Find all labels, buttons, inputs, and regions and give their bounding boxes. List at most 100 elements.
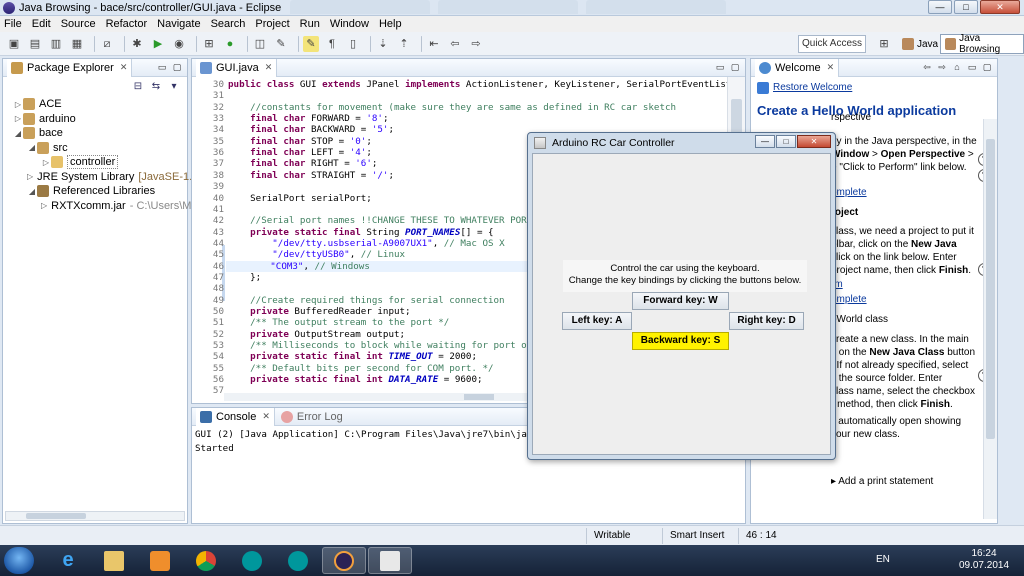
close-icon[interactable]: ✕ — [265, 62, 273, 73]
clock[interactable]: 16:24 09.07.2014 — [954, 548, 1014, 572]
expand-icon[interactable]: ◢ — [13, 129, 23, 138]
code-line[interactable]: final char FORWARD = '8'; — [228, 113, 388, 124]
code-line[interactable]: //Serial port names !!CHANGE THESE TO WH… — [228, 215, 543, 226]
code-line[interactable]: //Create required things for serial conn… — [228, 295, 504, 306]
home-icon[interactable]: ⌂ — [951, 61, 963, 73]
last-edit-icon[interactable]: ⇤ — [426, 36, 442, 52]
expand-icon[interactable]: ◢ — [27, 143, 37, 152]
run-icon[interactable]: ▶ — [150, 36, 166, 52]
code-line[interactable]: private static final int DATA_RATE = 960… — [228, 374, 482, 385]
tree-item[interactable]: ◢ bace — [5, 126, 185, 141]
forward-key-button[interactable]: Forward key: W — [632, 292, 729, 310]
taskbar-ie[interactable]: e — [46, 547, 90, 574]
code-line[interactable]: /** Default bits per second for COM port… — [228, 363, 493, 374]
taskbar-java[interactable] — [368, 547, 412, 574]
code-line[interactable]: "/dev/tty.usbserial-A9007UX1", // Mac OS… — [228, 238, 504, 249]
expand-icon[interactable]: ▷ — [13, 100, 23, 109]
toggle-mark-icon[interactable]: ⧄ — [99, 36, 115, 52]
dialog-close-button[interactable]: ✕ — [797, 135, 831, 148]
forward-icon[interactable]: ⇨ — [936, 61, 948, 73]
tab-package-explorer[interactable]: Package Explorer ✕ — [7, 58, 133, 77]
start-button[interactable] — [4, 547, 34, 574]
new-package-icon[interactable]: ⊞ — [201, 36, 217, 52]
code-line[interactable]: private OutputStream output; — [228, 329, 405, 340]
tree-item[interactable]: ▷ ACE — [5, 97, 185, 112]
tab-welcome[interactable]: Welcome ✕ — [755, 58, 840, 77]
debug-icon[interactable]: ✱ — [129, 36, 145, 52]
close-icon[interactable]: ✕ — [120, 62, 128, 73]
minimize-view-icon[interactable]: ▭ — [966, 61, 978, 73]
tree-item[interactable]: ▷ controller — [5, 155, 185, 170]
maximize-button[interactable]: □ — [954, 0, 978, 14]
forward-icon[interactable]: ⇨ — [468, 36, 484, 52]
code-line[interactable]: public class GUI extends JPanel implemen… — [228, 79, 745, 90]
show-whitespace-icon[interactable]: ¶ — [324, 36, 340, 52]
tree-item[interactable]: ▷ JRE System Library [JavaSE-1.7] — [5, 170, 201, 185]
code-line[interactable]: }; — [228, 272, 261, 283]
minimize-button[interactable]: — — [928, 0, 952, 14]
menu-navigate[interactable]: Navigate — [153, 18, 206, 30]
tab-gui-java[interactable]: GUI.java ✕ — [196, 58, 278, 77]
taskbar-media[interactable] — [138, 547, 182, 574]
expand-icon[interactable]: ▷ — [41, 201, 47, 210]
tree-item[interactable]: ▷ RXTXcomm.jar - C:\Users\Mor — [5, 199, 201, 214]
scroll-thumb[interactable] — [464, 394, 494, 400]
back-icon[interactable]: ⇦ — [921, 61, 933, 73]
scroll-thumb[interactable] — [26, 513, 86, 519]
perspective-java-browsing[interactable]: Java Browsing — [940, 33, 1024, 55]
link-editor-icon[interactable]: ⇆ — [149, 81, 163, 93]
open-perspective-icon[interactable]: ⊞ — [876, 36, 892, 52]
maximize-view-icon[interactable]: ▢ — [729, 61, 741, 73]
next-annotation-icon[interactable]: ⇣ — [375, 36, 391, 52]
vertical-scrollbar[interactable] — [983, 119, 997, 519]
open-type-icon[interactable]: ◫ — [252, 36, 268, 52]
maximize-view-icon[interactable]: ▢ — [981, 61, 993, 73]
expand-icon[interactable]: ◢ — [27, 187, 37, 196]
minimize-view-icon[interactable]: ▭ — [714, 61, 726, 73]
back-icon[interactable]: ⇦ — [447, 36, 463, 52]
code-line[interactable]: private static final int TIME_OUT = 2000… — [228, 351, 477, 362]
menu-run[interactable]: Run — [296, 18, 326, 30]
menu-source[interactable]: Source — [57, 18, 102, 30]
block-selection-icon[interactable]: ▯ — [345, 36, 361, 52]
menu-search[interactable]: Search — [207, 18, 252, 30]
code-line[interactable]: private BufferedReader input; — [228, 306, 410, 317]
external-tools-icon[interactable]: ◉ — [171, 36, 187, 52]
menu-edit[interactable]: Edit — [28, 18, 57, 30]
scroll-thumb[interactable] — [986, 139, 995, 439]
close-icon[interactable]: ✕ — [827, 62, 835, 73]
dialog-minimize-button[interactable]: — — [755, 135, 775, 148]
save-all-icon[interactable]: ▥ — [48, 36, 64, 52]
search-icon[interactable]: ✎ — [273, 36, 289, 52]
save-icon[interactable]: ▤ — [27, 36, 43, 52]
dialog-maximize-button[interactable]: □ — [776, 135, 796, 148]
highlight-icon[interactable]: ✎ — [303, 35, 319, 52]
tree-item[interactable]: ◢ src — [5, 141, 185, 156]
collapse-all-icon[interactable]: ⊟ — [131, 81, 145, 93]
code-line[interactable]: final char STRAIGHT = '/'; — [228, 170, 394, 181]
taskbar-explorer[interactable] — [92, 547, 136, 574]
maximize-view-icon[interactable]: ▢ — [171, 61, 183, 73]
expand-icon[interactable]: ▷ — [13, 114, 23, 123]
code-line[interactable]: /** Milliseconds to block while waiting … — [228, 340, 543, 351]
code-line[interactable]: final char BACKWARD = '5'; — [228, 124, 394, 135]
close-icon[interactable]: ✕ — [262, 411, 270, 422]
new-icon[interactable]: ▣ — [6, 36, 22, 52]
code-line[interactable]: final char RIGHT = '6'; — [228, 158, 377, 169]
menu-refactor[interactable]: Refactor — [102, 18, 154, 30]
menu-window[interactable]: Window — [326, 18, 375, 30]
minimize-view-icon[interactable]: ▭ — [156, 61, 168, 73]
expand-icon[interactable]: ▷ — [27, 172, 33, 181]
code-line[interactable]: //constants for movement (make sure they… — [228, 102, 676, 113]
prev-annotation-icon[interactable]: ⇡ — [396, 36, 412, 52]
print-icon[interactable]: ▦ — [69, 36, 85, 52]
code-line[interactable]: SerialPort serialPort; — [228, 193, 372, 204]
taskbar-chrome[interactable] — [184, 547, 228, 574]
quick-access-input[interactable]: Quick Access — [798, 35, 866, 53]
taskbar-arduino-2[interactable] — [276, 547, 320, 574]
view-menu-icon[interactable]: ▾ — [167, 81, 181, 93]
backward-key-button[interactable]: Backward key: S — [632, 332, 729, 350]
menu-project[interactable]: Project — [251, 18, 295, 30]
code-line[interactable]: "/dev/ttyUSB0", // Linux — [228, 249, 405, 260]
expand-icon[interactable]: ▷ — [41, 158, 51, 167]
